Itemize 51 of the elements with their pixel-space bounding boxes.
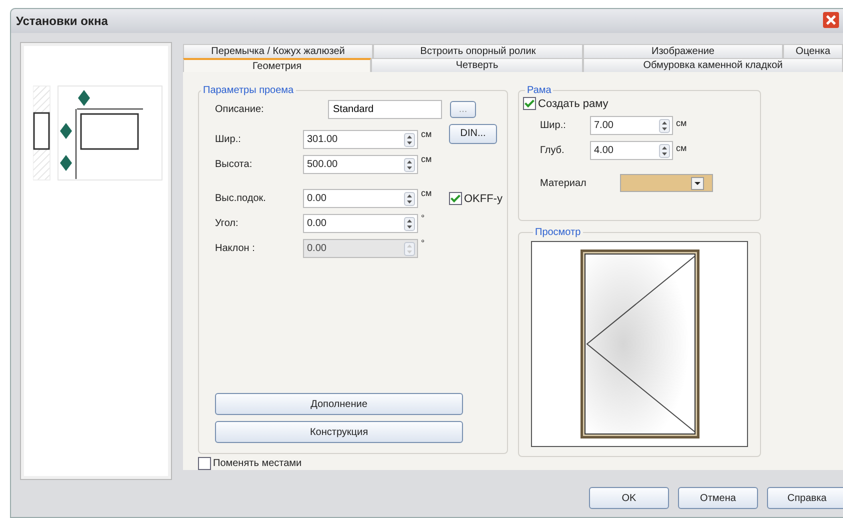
spin-field[interactable]: 0.00	[303, 214, 418, 233]
spin-field[interactable]: 4.00	[590, 141, 673, 160]
spin-field[interactable]: 0.00	[303, 189, 418, 208]
spin-field[interactable]: 301.00	[303, 130, 418, 149]
tab[interactable]: Изображение	[583, 44, 783, 58]
field-label: Шир.:	[540, 120, 567, 131]
unit-label: см	[675, 118, 688, 128]
spinner-icon[interactable]	[659, 144, 670, 158]
group-title: Параметры проема	[202, 85, 295, 96]
spin-field[interactable]: 7.00	[590, 116, 673, 135]
field-label: Материал	[540, 178, 588, 188]
dropdown-icon[interactable]	[691, 176, 704, 190]
spinner-icon[interactable]	[659, 118, 670, 132]
unit-label: см	[420, 129, 433, 139]
spinner-icon[interactable]	[404, 158, 415, 172]
description-field[interactable]: Standard	[328, 100, 442, 119]
unit-label: см	[420, 154, 433, 164]
tab[interactable]: Обмуровка каменной кладкой	[583, 58, 843, 72]
field-label: Глуб.	[540, 145, 566, 156]
tab[interactable]: Оценка	[783, 44, 843, 58]
field-label: Угол:	[215, 218, 240, 229]
group-title: Просмотр	[534, 227, 582, 238]
unit-label: см	[675, 143, 688, 153]
window-title: Установки окна	[16, 14, 108, 28]
tab[interactable]: Четверть	[371, 58, 583, 72]
create-frame-checkbox[interactable]: Создать раму	[523, 97, 756, 110]
spinner-icon[interactable]	[404, 132, 415, 146]
action-button[interactable]: Дополнение	[215, 393, 463, 415]
unit-label: °	[420, 238, 426, 248]
spin-field[interactable]: 500.00	[303, 155, 418, 174]
spinner-icon[interactable]	[404, 192, 415, 206]
field-label: Шир.:	[215, 134, 242, 145]
field-label: Выс.подок.	[215, 193, 267, 204]
tab[interactable]: Встроить опорный ролик	[373, 44, 583, 58]
field-label: Высота:	[215, 159, 254, 170]
field-label: Наклон :	[215, 243, 256, 254]
dialog-button[interactable]: OK	[589, 487, 669, 509]
dialog-button[interactable]: Отмена	[678, 487, 758, 509]
group-title: Рама	[526, 85, 552, 96]
close-icon[interactable]	[823, 12, 839, 28]
swap-checkbox[interactable]: Поменять местами	[198, 457, 508, 470]
action-button[interactable]: Конструкция	[215, 421, 463, 443]
dialog-button[interactable]: Справка	[767, 487, 843, 509]
spinner-icon[interactable]	[404, 216, 415, 230]
unit-label: °	[420, 213, 426, 223]
din-button[interactable]: DIN...	[449, 124, 497, 144]
okff-checkbox[interactable]: OKFF-y	[449, 192, 502, 205]
tab[interactable]: Перемычка / Кожух жалюзей	[183, 44, 373, 58]
field-label: Описание:	[215, 104, 265, 115]
tab[interactable]: Геометрия	[183, 58, 371, 72]
unit-label: см	[420, 188, 433, 198]
